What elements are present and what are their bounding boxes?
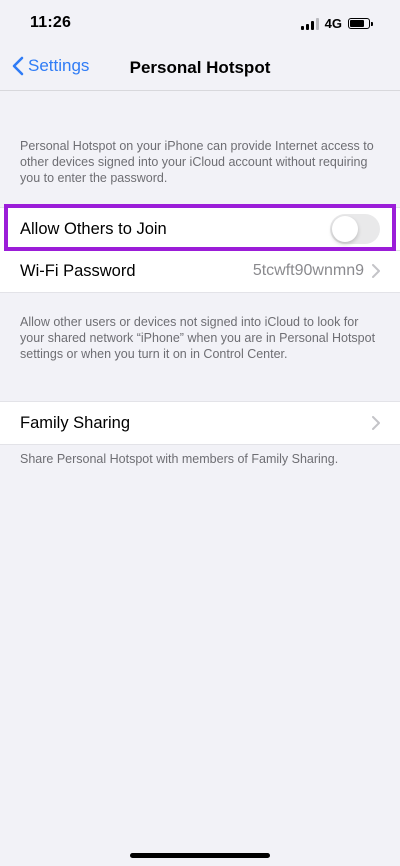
chevron-right-icon: [372, 264, 380, 278]
allow-others-description: Allow other users or devices not signed …: [20, 315, 376, 361]
status-bar: 11:26 4G: [0, 0, 400, 46]
allow-others-row: Allow Others to Join: [0, 208, 400, 250]
status-time: 11:26: [30, 14, 72, 31]
family-sharing-label: Family Sharing: [20, 413, 131, 432]
allow-others-label: Allow Others to Join: [20, 219, 167, 238]
allow-others-toggle[interactable]: [330, 214, 380, 244]
hotspot-description: Personal Hotspot on your iPhone can prov…: [20, 139, 374, 185]
toggle-knob: [332, 216, 358, 242]
wifi-password-value: 5tcwft90wnmn9: [252, 262, 364, 279]
chevron-right-icon: [372, 416, 380, 430]
home-indicator[interactable]: [130, 853, 270, 858]
wifi-password-label: Wi-Fi Password: [20, 261, 136, 280]
network-type: 4G: [324, 16, 342, 31]
page-title: Personal Hotspot: [129, 58, 271, 77]
cellular-signal-icon: [300, 17, 319, 30]
battery-icon: [348, 18, 373, 29]
family-sharing-description: Share Personal Hotspot with members of F…: [20, 452, 339, 466]
navigation-bar: Settings Personal Hotspot: [0, 46, 400, 91]
hotspot-settings-group: Allow Others to Join Wi-Fi Password 5tcw…: [0, 207, 400, 293]
family-sharing-row[interactable]: Family Sharing: [0, 402, 400, 444]
status-indicators: 4G: [300, 16, 373, 31]
family-sharing-group: Family Sharing: [0, 401, 400, 445]
wifi-password-row[interactable]: Wi-Fi Password 5tcwft90wnmn9: [0, 250, 400, 292]
